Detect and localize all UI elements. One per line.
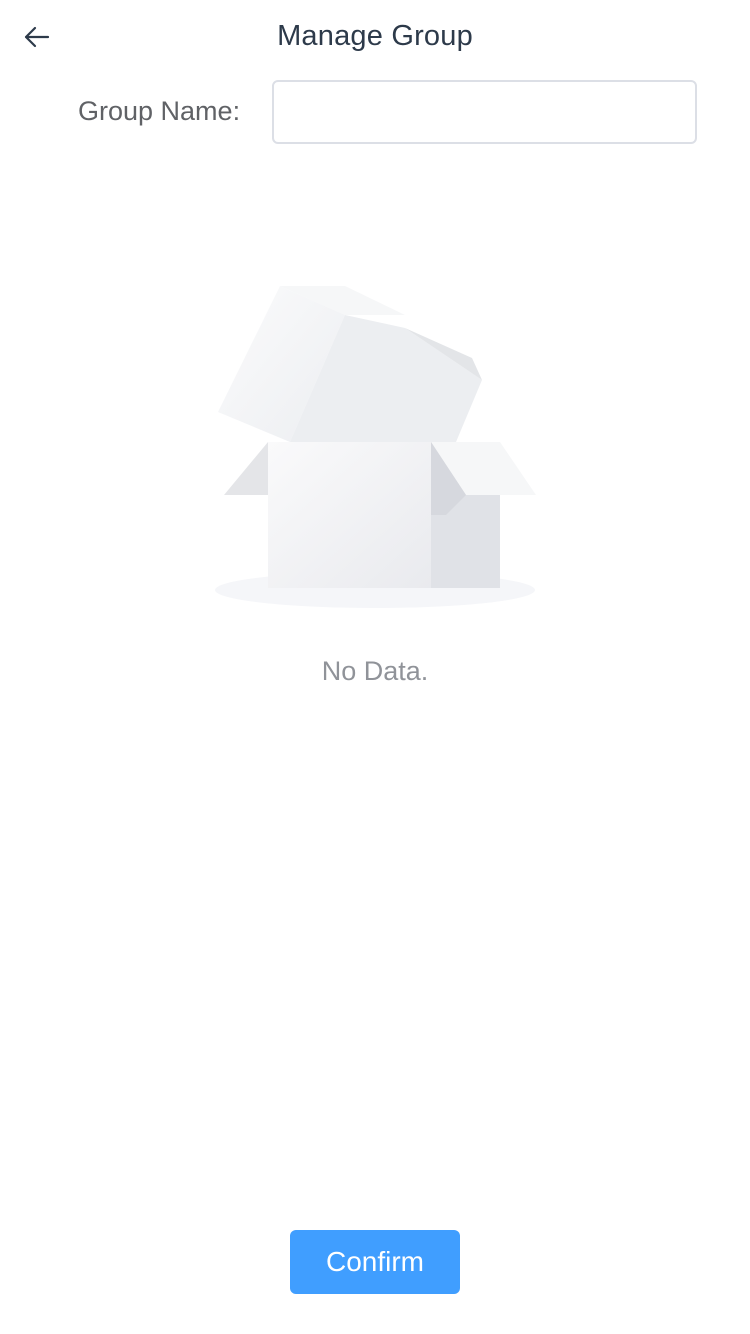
page-header: Manage Group — [0, 0, 750, 82]
group-name-label: Group Name: — [78, 96, 241, 126]
group-name-input[interactable] — [272, 80, 697, 144]
empty-state-text: No Data. — [321, 656, 429, 686]
page-title: Manage Group — [277, 20, 473, 52]
confirm-button[interactable]: Confirm — [290, 1230, 460, 1294]
empty-box-icon — [210, 280, 540, 610]
group-name-row: Group Name: — [0, 80, 750, 144]
